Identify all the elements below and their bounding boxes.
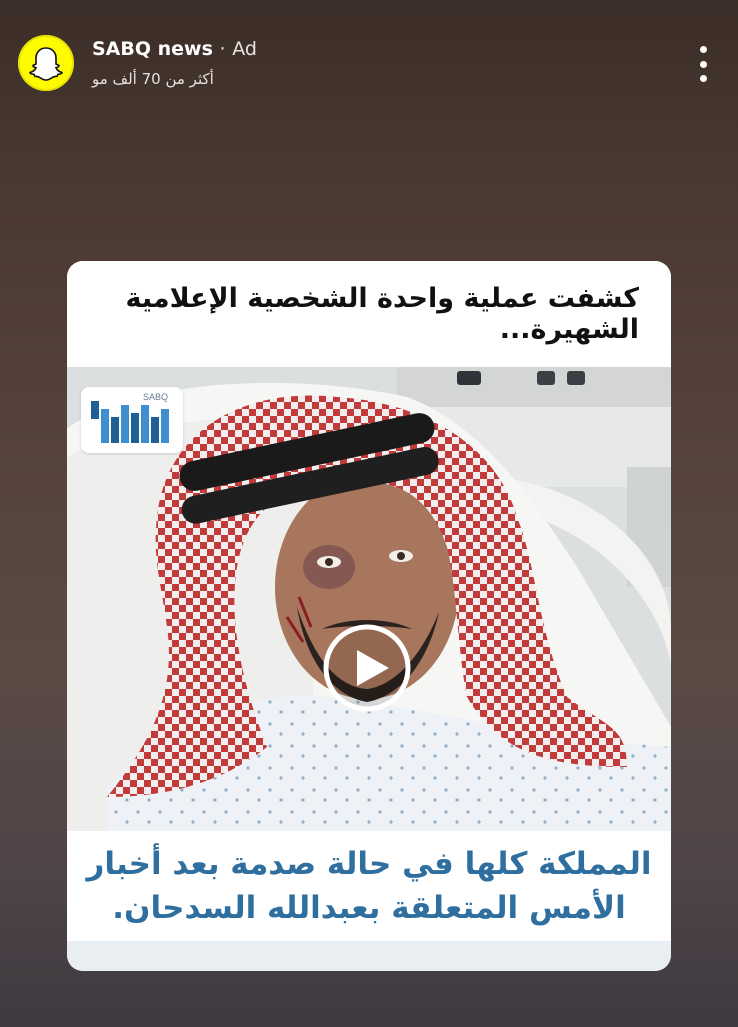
subtitle: أكثر من 70 ألف مو <box>92 70 214 88</box>
separator: · <box>219 38 226 60</box>
caption-line-2: الأمس المتعلقة بعبدالله السدحان. <box>112 890 626 926</box>
sabq-logo: SABQ <box>81 387 183 453</box>
play-icon <box>323 624 411 712</box>
caption-line-1: المملكة كلها في حالة صدمة بعد أخبار <box>86 846 652 882</box>
logo-latin: SABQ <box>143 392 168 402</box>
avatar[interactable] <box>18 35 74 91</box>
more-dot <box>699 60 707 68</box>
more-vertical-icon[interactable] <box>692 46 714 82</box>
ad-badge: Ad <box>232 38 257 60</box>
card-headline: كشفت عملية واحدة الشخصية الإعلامية الشهي… <box>67 261 671 367</box>
ad-card[interactable]: كشفت عملية واحدة الشخصية الإعلامية الشهي… <box>67 261 671 971</box>
more-dot <box>699 75 707 82</box>
snapchat-ghost-icon <box>29 47 63 81</box>
video-thumbnail[interactable]: SABQ <box>67 367 671 831</box>
more-dot <box>699 46 707 53</box>
card-caption: المملكة كلها في حالة صدمة بعد أخبار الأم… <box>67 831 671 941</box>
sabq-logo-mark: SABQ <box>91 392 169 443</box>
card-footer <box>67 941 671 971</box>
brand-line[interactable]: SABQ news · Ad <box>92 38 257 60</box>
brand-name[interactable]: SABQ news <box>92 38 213 60</box>
play-button[interactable] <box>322 623 412 713</box>
